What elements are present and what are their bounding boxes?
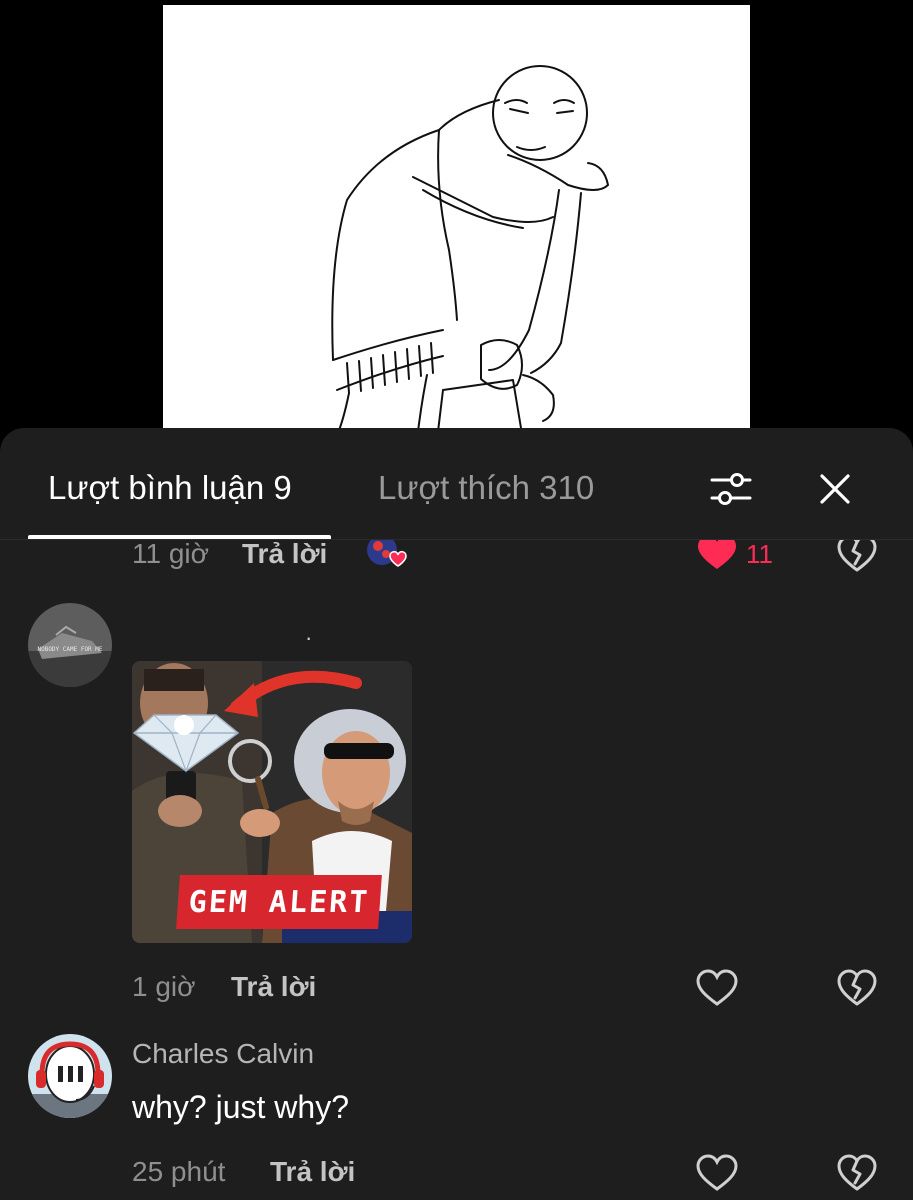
reply-button[interactable]: Trả lời [242,540,327,572]
heart-icon [696,1154,738,1191]
comment-list[interactable]: 11 giờ Trả lời 11 NOBODY CAME FOR ME · G… [0,540,913,1200]
comment-actions-row: 1 giờ Trả lời [0,965,913,1009]
comment-actions-row: 11 giờ Trả lời 11 [0,540,913,576]
like-button[interactable] [694,540,740,574]
reply-button[interactable]: Trả lời [231,969,316,1005]
like-count: 11 [746,540,773,569]
avatar-caption: NOBODY CAME FOR ME [37,646,102,653]
dislike-button[interactable] [834,966,880,1010]
comment-username[interactable]: Charles Calvin [132,1037,314,1071]
sliders-icon [710,473,752,505]
close-icon [820,474,850,504]
like-button[interactable] [694,967,740,1009]
dislike-button[interactable] [834,1151,880,1195]
reply-button[interactable]: Trả lời [270,1154,355,1190]
comment-timestamp: 25 phút [132,1156,226,1187]
heart-icon [698,540,736,569]
broken-heart-icon [837,1154,877,1191]
avatar-image [28,1034,112,1118]
comment-text: · [305,625,313,650]
avatar[interactable]: NOBODY CAME FOR ME [28,603,112,687]
broken-heart-icon [837,969,877,1006]
heart-icon [696,969,738,1006]
sketch-illustration [331,65,609,440]
sheet-tabs: Lượt bình luận 9 Lượt thích 310 [0,428,913,540]
reaction-badge[interactable] [364,540,410,574]
video-frame-sketch [163,5,750,440]
filter-button[interactable] [706,464,756,514]
reaction-badge-icon [367,540,407,567]
sticker-caption: GEM ALERT [176,875,382,929]
comment-actions-row: 25 phút Trả lời [0,1150,913,1194]
comment-timestamp: 1 giờ [132,971,196,1002]
close-button[interactable] [810,464,860,514]
broken-heart-icon [837,540,877,572]
avatar[interactable] [28,1034,112,1118]
comment-text: why? just why? [132,1089,349,1125]
tab-comments[interactable]: Lượt bình luận 9 [48,468,292,508]
like-button[interactable] [694,1152,740,1194]
comment-timestamp: 11 giờ [132,540,209,569]
video-player[interactable] [0,0,913,440]
tab-likes[interactable]: Lượt thích 310 [378,468,594,508]
avatar-image: NOBODY CAME FOR ME [28,603,112,687]
gif-sticker[interactable]: GEM ALERT [132,661,412,943]
dislike-button[interactable] [834,540,880,576]
comments-sheet: Lượt bình luận 9 Lượt thích 310 11 giờ T… [0,428,913,1200]
